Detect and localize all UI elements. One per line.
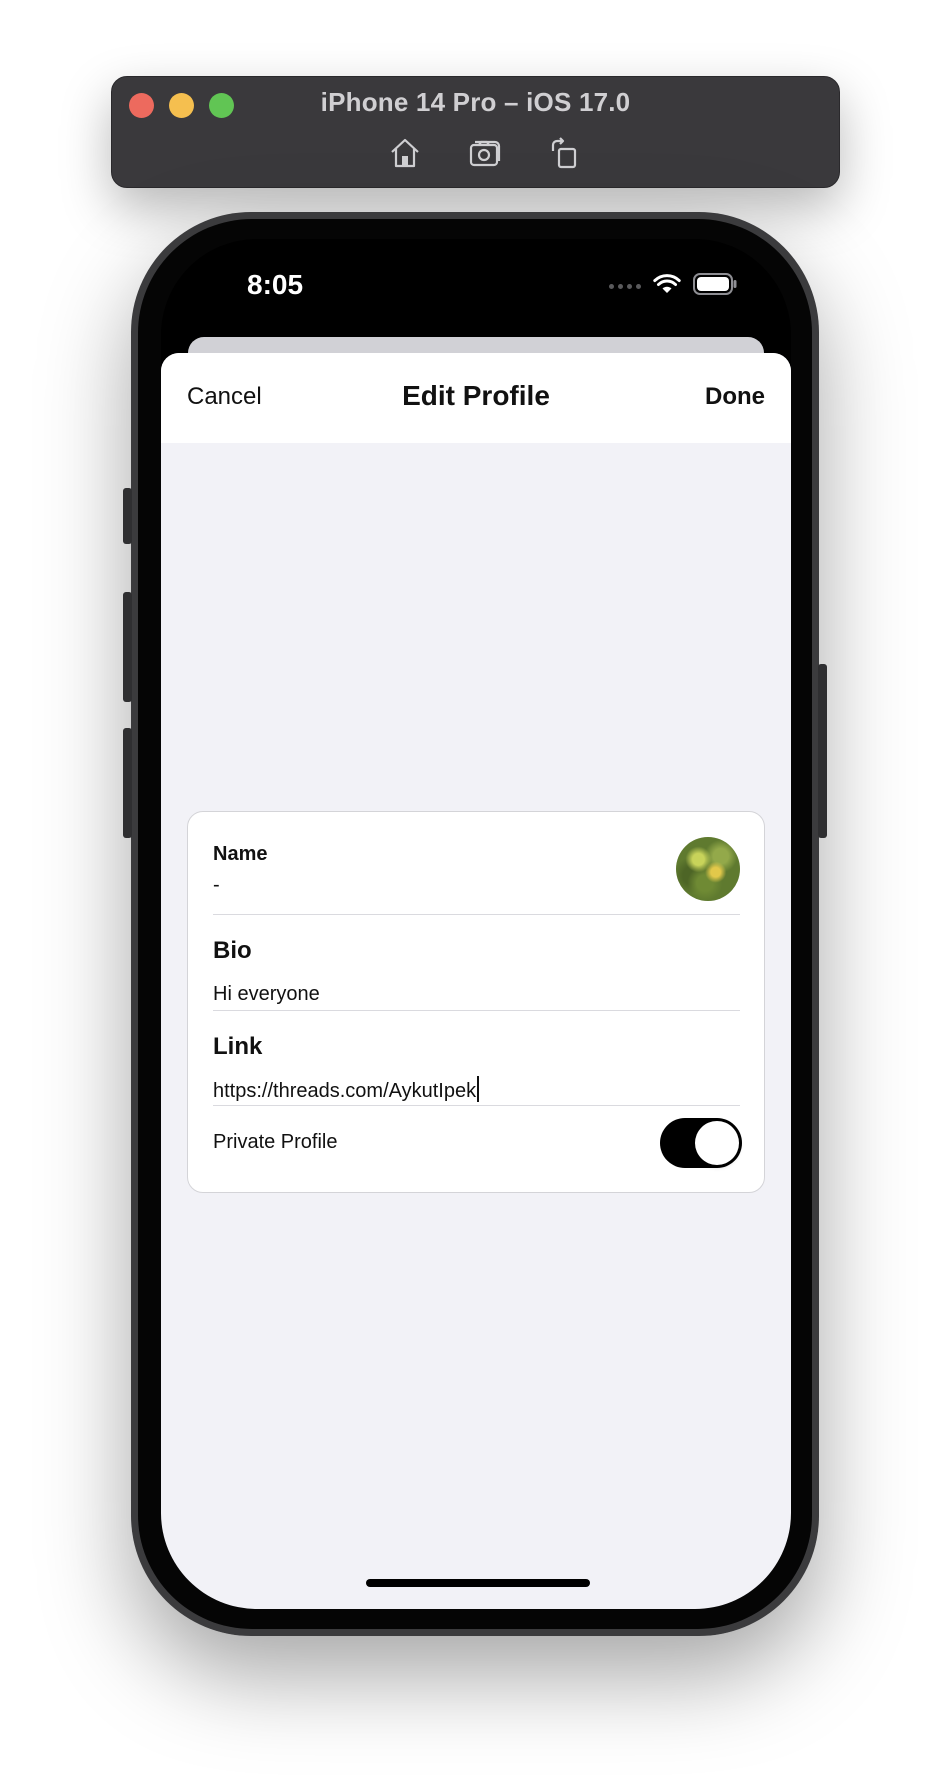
home-indicator: [366, 1579, 590, 1587]
wifi-icon: [653, 273, 681, 300]
status-time: 8:05: [247, 269, 304, 300]
name-field[interactable]: -: [213, 874, 220, 897]
silent-switch: [123, 488, 132, 544]
edit-profile-sheet: Cancel Edit Profile Done Name - Bio Hi e…: [161, 353, 791, 1609]
simulator-title: iPhone 14 Pro – iOS 17.0: [320, 87, 631, 117]
volume-up-button: [123, 592, 132, 702]
battery-icon: [693, 273, 737, 300]
cellular-signal-icon: [609, 284, 641, 289]
bio-label: Bio: [213, 937, 252, 964]
dynamic-island: [379, 261, 569, 313]
private-profile-toggle[interactable]: [660, 1118, 742, 1168]
link-field[interactable]: https://threads.com/AykutIpek: [213, 1076, 480, 1103]
navigation-bar: Cancel Edit Profile Done: [161, 353, 791, 443]
divider: [213, 1010, 740, 1011]
volume-down-button: [123, 728, 132, 838]
private-profile-label: Private Profile: [213, 1131, 338, 1153]
divider: [213, 1105, 740, 1106]
link-label: Link: [213, 1033, 263, 1060]
simulator-titlebar: iPhone 14 Pro – iOS 17.0: [111, 76, 840, 188]
profile-form-card: Name - Bio Hi everyone Link https://thre…: [187, 811, 765, 1193]
phone-screen: 8:05 Cancel Edit Profile Done Name - Bio…: [161, 239, 791, 1609]
divider: [213, 914, 740, 915]
status-icons: [609, 273, 737, 300]
rotate-icon[interactable]: [547, 135, 583, 171]
home-icon[interactable]: [387, 135, 423, 171]
link-field-text: https://threads.com/AykutIpek: [213, 1080, 477, 1102]
done-button[interactable]: Done: [705, 383, 765, 411]
power-button: [818, 664, 827, 838]
bio-field[interactable]: Hi everyone: [213, 983, 320, 1006]
avatar[interactable]: [676, 837, 740, 901]
name-label: Name: [213, 843, 268, 865]
screenshot-icon[interactable]: [467, 135, 503, 171]
toggle-knob: [695, 1121, 739, 1165]
page-title: Edit Profile: [402, 380, 550, 411]
text-cursor: [477, 1076, 480, 1102]
